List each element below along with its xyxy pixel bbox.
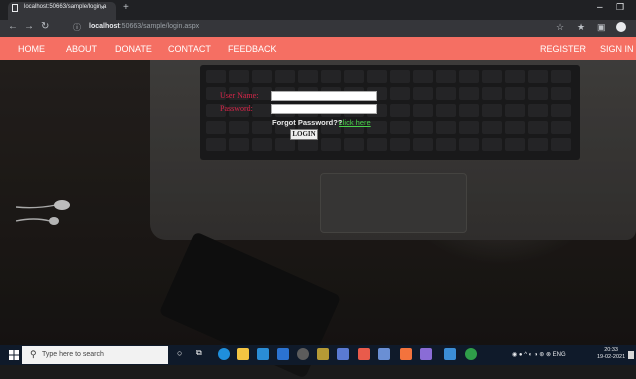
forward-icon[interactable]: →: [24, 21, 34, 32]
password-field[interactable]: [271, 104, 377, 114]
dark-overlay: [0, 60, 636, 345]
nav-contact[interactable]: CONTACT: [168, 44, 211, 54]
reading-list-icon[interactable]: ▣: [597, 22, 606, 33]
app-icon-6[interactable]: [444, 348, 456, 360]
mail-icon[interactable]: [277, 348, 289, 360]
app-icon-5[interactable]: [400, 348, 412, 360]
search-icon: ⚲: [30, 349, 37, 359]
url-host: localhost: [89, 23, 120, 30]
notification-icon[interactable]: [628, 351, 634, 359]
page-icon: [12, 4, 18, 12]
profile-avatar-icon[interactable]: [616, 22, 626, 32]
clock-date: 19-02-2021: [597, 354, 626, 360]
close-tab-icon[interactable]: ×: [100, 3, 105, 12]
extension-icon[interactable]: ★: [577, 22, 585, 33]
search-placeholder: Type here to search: [42, 351, 104, 358]
url-path: :50663/sample/login.aspx: [119, 23, 200, 30]
minimize-icon[interactable]: –: [597, 2, 603, 13]
nav-about[interactable]: ABOUT: [66, 44, 97, 54]
nav-sign-in[interactable]: SIGN IN: [600, 44, 634, 54]
app-icon-1[interactable]: [317, 348, 329, 360]
login-button[interactable]: LOGIN: [290, 129, 318, 140]
tab-title: localhost:50663/sample/login.a: [24, 4, 107, 10]
nav-feedback[interactable]: FEEDBACK: [228, 44, 277, 54]
file-explorer-icon[interactable]: [237, 348, 249, 360]
star-icon[interactable]: ☆: [556, 22, 564, 33]
cortana-icon[interactable]: ○: [177, 348, 189, 360]
clock-time: 20:33: [604, 347, 618, 353]
nav-home[interactable]: HOME: [18, 44, 45, 54]
store-icon[interactable]: [257, 348, 269, 360]
app-icon-3[interactable]: [358, 348, 370, 360]
nav-register[interactable]: REGISTER: [540, 44, 586, 54]
media-icon[interactable]: [297, 348, 309, 360]
windows-start-icon[interactable]: [9, 350, 19, 360]
clock[interactable]: 20:33 19-02-2021: [597, 347, 625, 361]
forgot-password-link[interactable]: click here: [339, 118, 371, 127]
info-icon[interactable]: ⓘ: [73, 22, 81, 33]
back-icon[interactable]: ←: [8, 21, 18, 32]
app-icon-4[interactable]: [378, 348, 390, 360]
username-field[interactable]: [271, 91, 377, 101]
url-field[interactable]: localhost:50663/sample/login.aspx: [89, 23, 199, 30]
username-label: User Name:: [220, 91, 259, 100]
restore-icon[interactable]: ❐: [616, 2, 624, 13]
forgot-password-text: Forgot Password??: [272, 118, 343, 127]
chrome-icon[interactable]: [465, 348, 477, 360]
reload-icon[interactable]: ↻: [41, 21, 49, 32]
visual-studio-icon[interactable]: [420, 348, 432, 360]
task-view-icon[interactable]: ⧉: [196, 348, 208, 360]
system-tray[interactable]: ◉ ● ^ ◐ ◑ ⊛ ⊗ ENG: [512, 351, 566, 358]
nav-donate[interactable]: DONATE: [115, 44, 152, 54]
language-indicator: ENG: [552, 352, 566, 358]
password-label: Password:: [220, 104, 253, 113]
edge-icon[interactable]: [218, 348, 230, 360]
new-tab-button[interactable]: +: [123, 2, 129, 13]
app-icon-2[interactable]: [337, 348, 349, 360]
